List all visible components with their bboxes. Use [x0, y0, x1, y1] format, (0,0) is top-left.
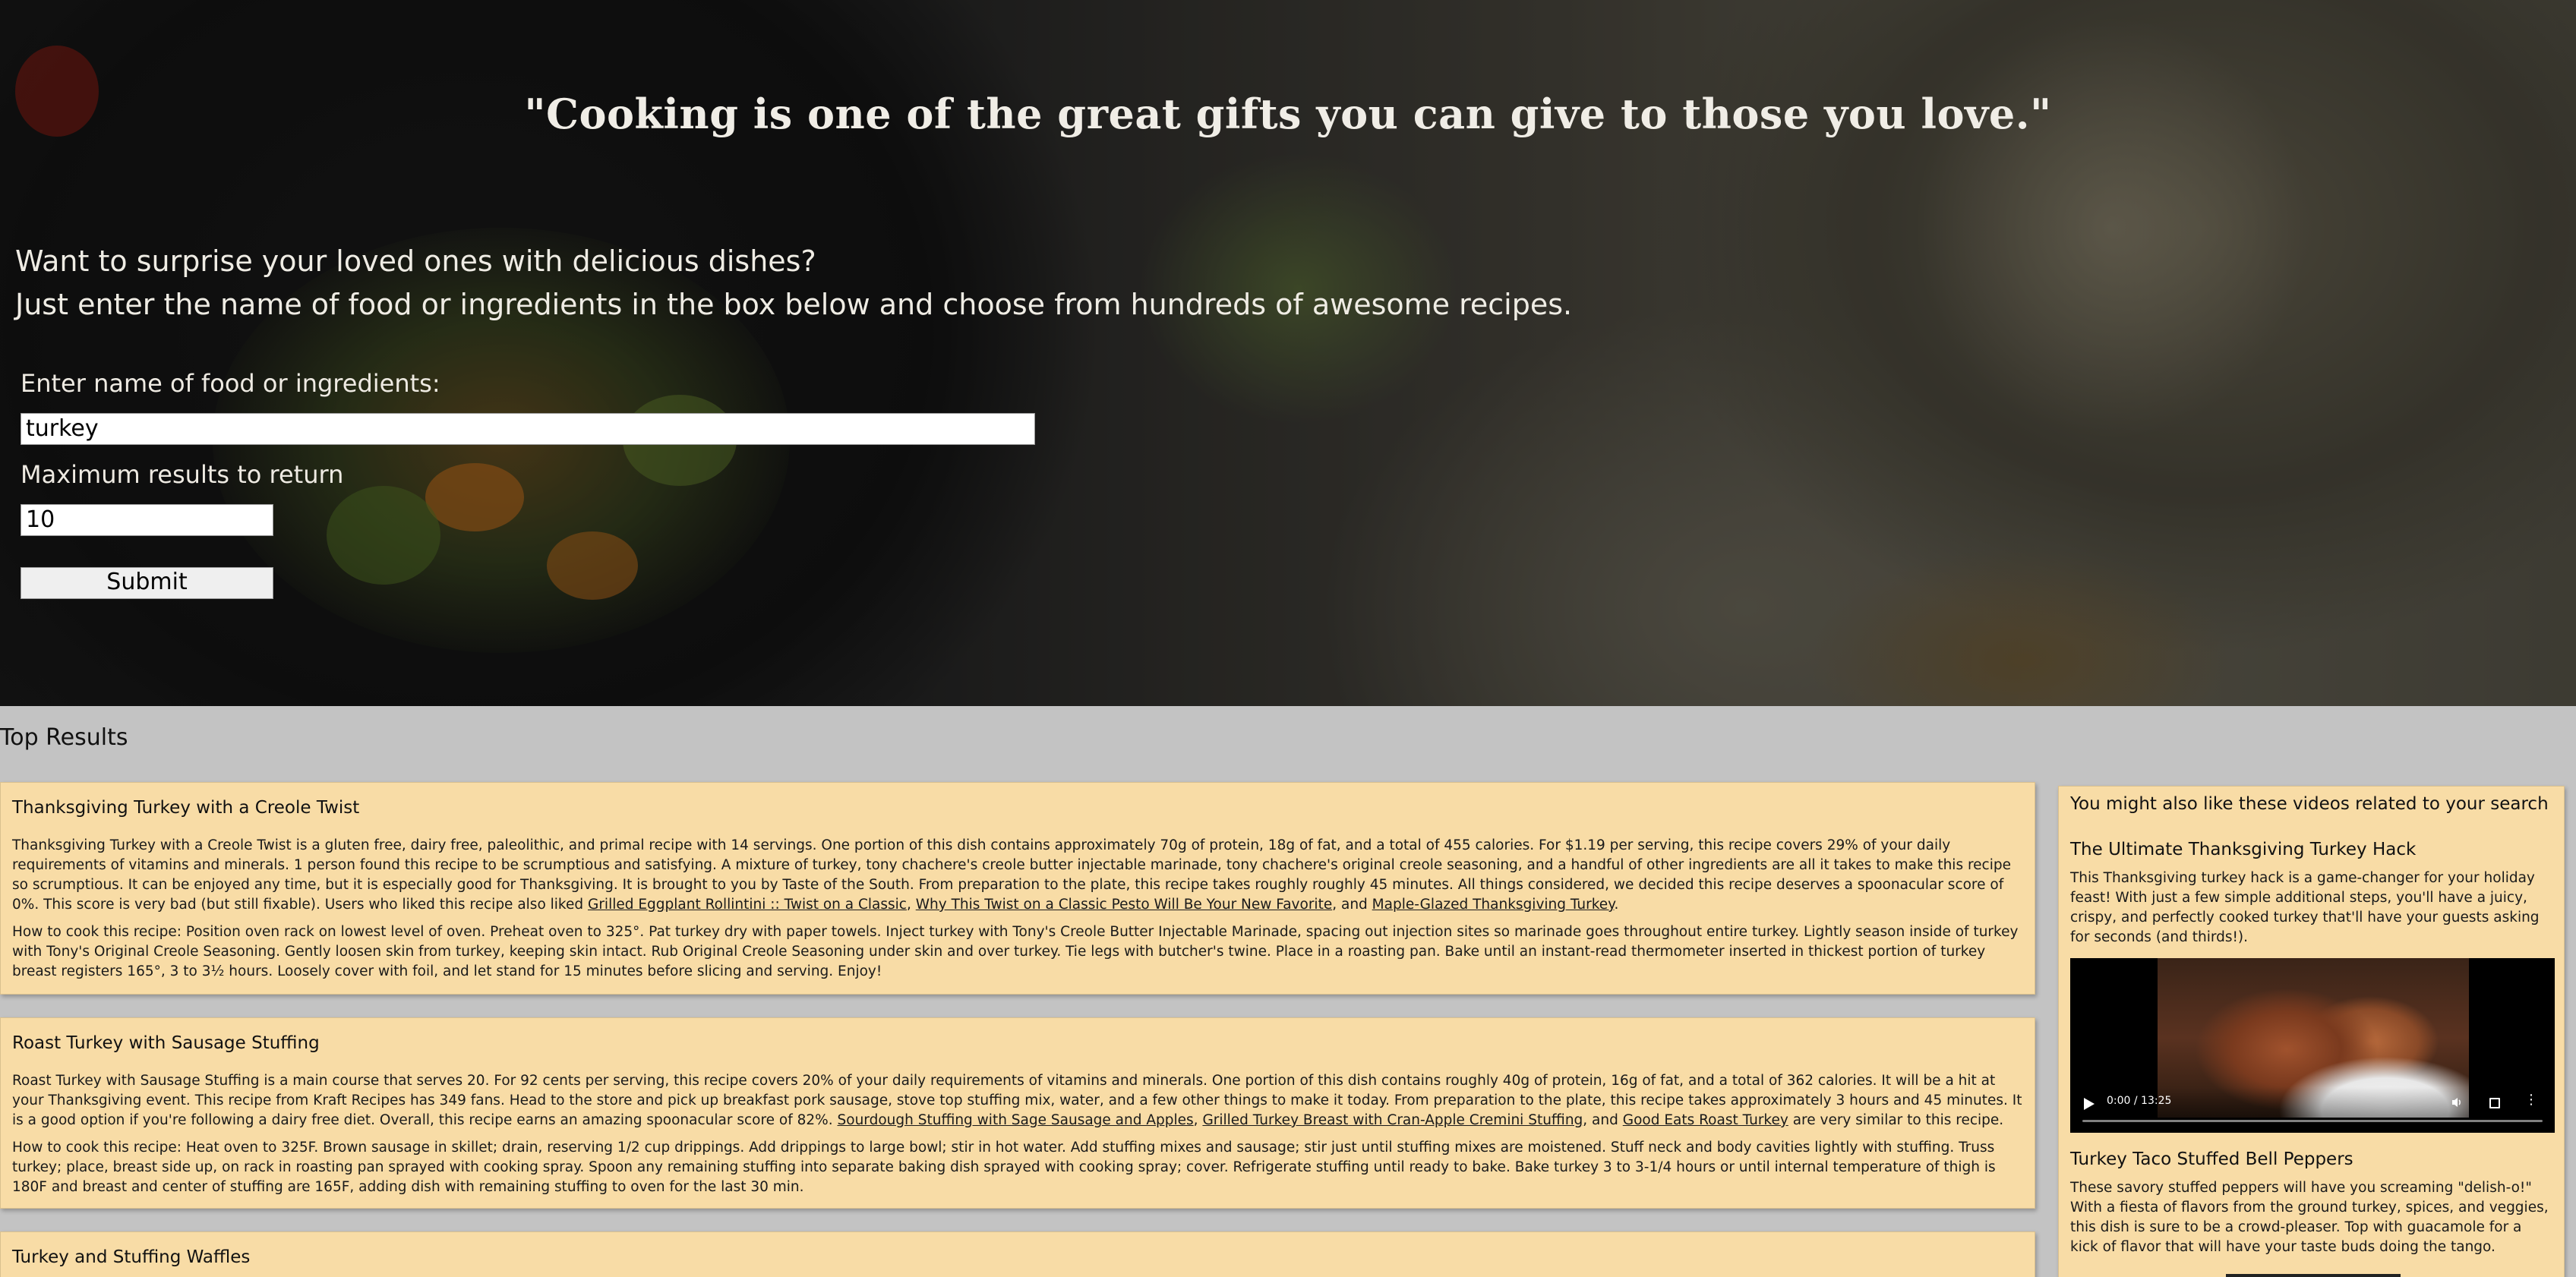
recipe-summary: Roast Turkey with Sausage Stuffing is a …: [12, 1071, 2023, 1130]
recipe-instructions: How to cook this recipe: Heat oven to 32…: [12, 1140, 1996, 1195]
fullscreen-icon[interactable]: [2489, 1098, 2500, 1108]
video-player[interactable]: 0:00 / 13:25 ⋮: [2070, 958, 2555, 1133]
recipe-card: Turkey and Stuffing Waffles: [0, 1231, 2035, 1277]
link-separator: ,: [906, 897, 916, 913]
summary-tail: are very similar to this recipe.: [1788, 1112, 2004, 1128]
max-results-label: Maximum results to return: [21, 460, 344, 489]
related-recipe-link[interactable]: Why This Twist on a Classic Pesto Will B…: [916, 897, 1332, 913]
related-recipe-link[interactable]: Sourdough Stuffing with Sage Sausage and…: [838, 1112, 1194, 1128]
more-options-icon[interactable]: ⋮: [2524, 1092, 2538, 1108]
food-input-label: Enter name of food or ingredients:: [21, 369, 440, 398]
play-icon[interactable]: [2084, 1098, 2095, 1110]
volume-icon[interactable]: [2451, 1096, 2464, 1108]
recipe-title: Thanksgiving Turkey with a Creole Twist: [12, 798, 360, 818]
recipe-card: Roast Turkey with Sausage Stuffing Roast…: [0, 1017, 2035, 1209]
hero-quote: "Cooking is one of the great gifts you c…: [524, 90, 2052, 138]
related-videos-panel: You might also like these videos related…: [2058, 786, 2565, 1277]
video-item: Turkey Taco Stuffed Bell Peppers These s…: [2070, 1149, 2552, 1277]
recipe-title: Roast Turkey with Sausage Stuffing: [12, 1033, 320, 1053]
recipe-card: Thanksgiving Turkey with a Creole Twist …: [0, 782, 2035, 995]
link-separator: , and: [1332, 897, 1372, 913]
recipe-instructions: How to cook this recipe: Position oven r…: [12, 924, 2019, 979]
video-title: The Ultimate Thanksgiving Turkey Hack: [2070, 840, 2417, 859]
related-recipe-link[interactable]: Good Eats Roast Turkey: [1623, 1112, 1788, 1128]
related-recipe-link[interactable]: Grilled Turkey Breast with Cran-Apple Cr…: [1202, 1112, 1583, 1128]
summary-tail: .: [1614, 897, 1619, 913]
video-description: This Thanksgiving turkey hack is a game-…: [2070, 870, 2540, 945]
food-search-input[interactable]: turkey: [21, 413, 1035, 445]
recipe-title: Turkey and Stuffing Waffles: [12, 1247, 251, 1267]
related-videos-title: You might also like these videos related…: [2070, 794, 2549, 814]
hero-intro-line2: Just enter the name of food or ingredien…: [15, 288, 1573, 321]
hero-intro-line1: Want to surprise your loved ones with de…: [15, 244, 816, 278]
top-results-heading: Top Results: [0, 724, 128, 751]
submit-button[interactable]: Submit: [21, 567, 273, 599]
video-time: 0:00 / 13:25: [2107, 1095, 2172, 1107]
related-recipe-link[interactable]: Grilled Eggplant Rollintini :: Twist on …: [588, 897, 907, 913]
link-separator: , and: [1583, 1112, 1623, 1128]
video-progress-bar[interactable]: [2082, 1120, 2543, 1122]
related-recipe-link[interactable]: Maple-Glazed Thanksgiving Turkey: [1372, 897, 1615, 913]
video-player[interactable]: [2070, 1266, 2555, 1277]
recipe-summary: Thanksgiving Turkey with a Creole Twist …: [12, 836, 2023, 915]
video-thumbnail: [2226, 1274, 2401, 1277]
video-controls: 0:00 / 13:25 ⋮: [2070, 1087, 2555, 1133]
video-title: Turkey Taco Stuffed Bell Peppers: [2070, 1149, 2353, 1169]
max-results-input[interactable]: 10: [21, 504, 273, 536]
video-item: The Ultimate Thanksgiving Turkey Hack Th…: [2070, 840, 2555, 1133]
hero-intro: Want to surprise your loved ones with de…: [15, 240, 1572, 326]
video-description: These savory stuffed peppers will have y…: [2070, 1180, 2549, 1255]
hero-banner: "Cooking is one of the great gifts you c…: [0, 0, 2576, 706]
link-separator: ,: [1193, 1112, 1203, 1128]
